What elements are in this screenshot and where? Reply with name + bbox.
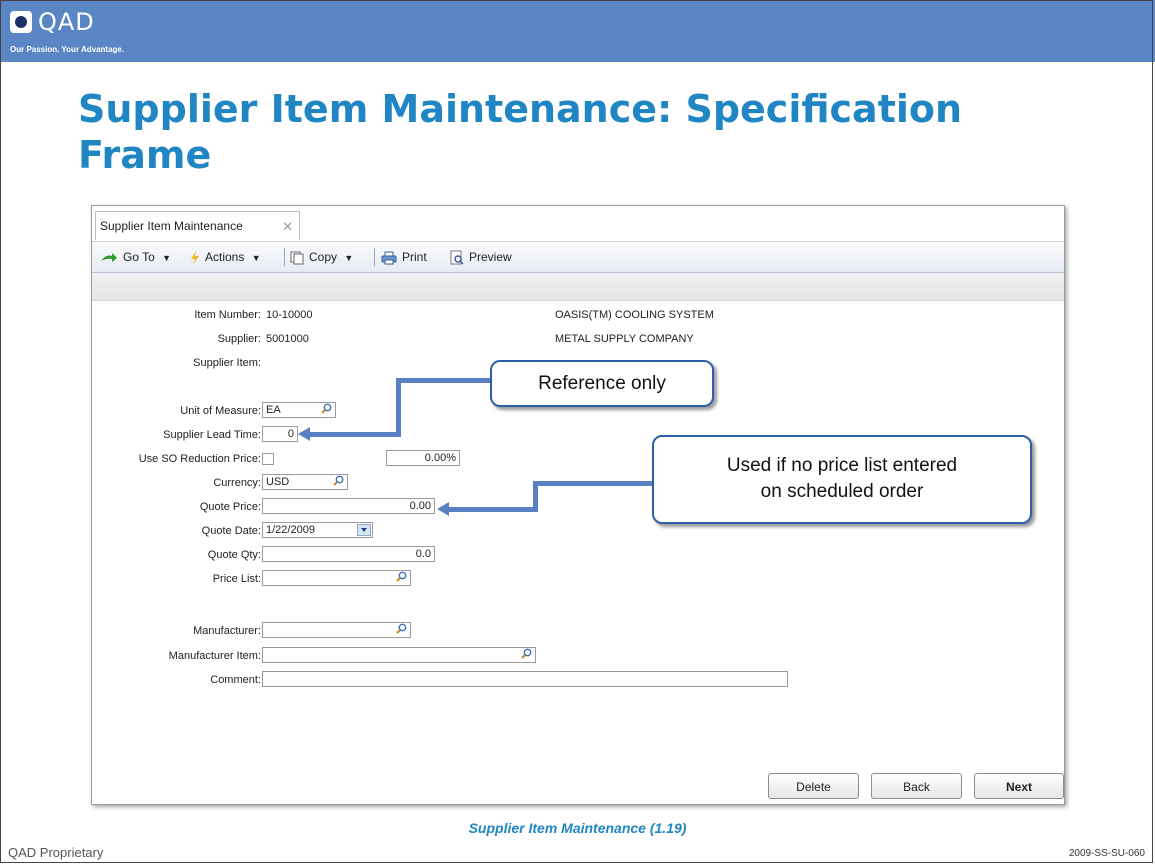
slide-border (0, 0, 1153, 863)
